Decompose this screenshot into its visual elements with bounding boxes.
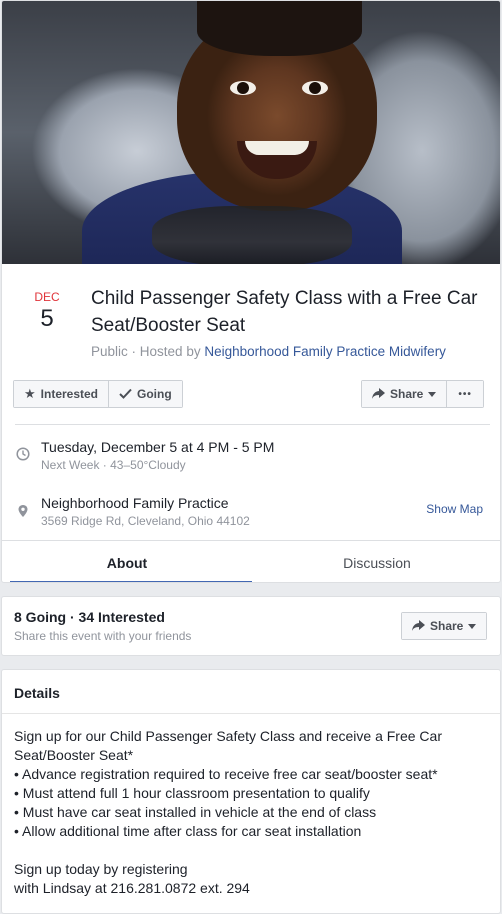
attendance-summary[interactable]: 8 Going · 34 Interested bbox=[14, 609, 165, 625]
event-time-sub: Next Week · 43–50°Cloudy bbox=[41, 458, 186, 472]
details-divider bbox=[2, 713, 500, 714]
check-icon bbox=[119, 387, 132, 402]
details-heading: Details bbox=[14, 685, 60, 701]
details-body: Sign up for our Child Passenger Safety C… bbox=[14, 727, 484, 898]
rsvp-button-group: ★ Interested Going bbox=[13, 380, 183, 408]
event-privacy: Public bbox=[91, 344, 128, 359]
tab-about[interactable]: About bbox=[2, 541, 252, 582]
share-arrow-icon bbox=[372, 387, 385, 402]
event-tabs: About Discussion bbox=[2, 540, 500, 582]
attendance-card: 8 Going · 34 Interested Share this event… bbox=[1, 596, 501, 656]
clock-icon bbox=[16, 447, 30, 461]
hosted-by-label: · Hosted by bbox=[131, 344, 201, 359]
location-address: 3569 Ridge Rd, Cleveland, Ohio 44102 bbox=[41, 514, 250, 528]
details-line: • Advance registration required to recei… bbox=[14, 766, 438, 782]
details-line: Sign up for our Child Passenger Safety C… bbox=[14, 728, 442, 763]
details-line: • Allow additional time after class for … bbox=[14, 823, 362, 839]
more-options-button[interactable]: ••• bbox=[446, 381, 483, 407]
details-line: • Must attend full 1 hour classroom pres… bbox=[14, 785, 370, 801]
event-card: DEC 5 Child Passenger Safety Class with … bbox=[1, 0, 501, 583]
event-date-day: 5 bbox=[40, 305, 54, 332]
host-link[interactable]: Neighborhood Family Practice Midwifery bbox=[204, 344, 446, 359]
event-meta: Public · Hosted by Neighborhood Family P… bbox=[91, 344, 446, 359]
event-cover-photo[interactable] bbox=[2, 1, 500, 264]
event-title: Child Passenger Safety Class with a Free… bbox=[91, 288, 478, 336]
attendance-share-label: Share bbox=[430, 619, 464, 633]
event-time[interactable]: Tuesday, December 5 at 4 PM - 5 PM bbox=[41, 439, 274, 455]
share-label: Share bbox=[390, 387, 424, 401]
map-pin-icon bbox=[16, 504, 30, 518]
details-line: with Lindsay at 216.281.0872 ext. 294 bbox=[14, 880, 250, 896]
divider bbox=[15, 424, 490, 425]
attendance-share-button[interactable]: Share bbox=[402, 613, 487, 639]
share-button-group: Share ••• bbox=[361, 380, 484, 408]
share-arrow-icon bbox=[412, 619, 425, 634]
location-name[interactable]: Neighborhood Family Practice bbox=[41, 495, 229, 511]
photo-eye-right bbox=[302, 81, 328, 95]
event-date-month: DEC bbox=[34, 290, 60, 304]
star-icon: ★ bbox=[24, 386, 36, 401]
caret-down-icon bbox=[468, 623, 477, 629]
photo-eye-left bbox=[230, 81, 256, 95]
photo-car-seat-strap bbox=[152, 206, 352, 264]
more-options-icon: ••• bbox=[458, 388, 472, 400]
show-map-link[interactable]: Show Map bbox=[426, 502, 483, 516]
photo-hair bbox=[197, 1, 362, 56]
details-line: • Must have car seat installed in vehicl… bbox=[14, 804, 377, 820]
interested-button[interactable]: ★ Interested bbox=[14, 381, 109, 407]
details-card: Details Sign up for our Child Passenger … bbox=[1, 669, 501, 914]
details-line: Sign up today by registering bbox=[14, 861, 188, 877]
caret-down-icon bbox=[428, 391, 437, 397]
attendance-share-group: Share bbox=[401, 612, 488, 640]
interested-label: Interested bbox=[40, 387, 99, 401]
going-button[interactable]: Going bbox=[108, 381, 182, 407]
attendance-sub: Share this event with your friends bbox=[14, 629, 192, 643]
share-button[interactable]: Share bbox=[362, 381, 447, 407]
tab-discussion[interactable]: Discussion bbox=[252, 541, 500, 582]
going-label: Going bbox=[137, 387, 172, 401]
